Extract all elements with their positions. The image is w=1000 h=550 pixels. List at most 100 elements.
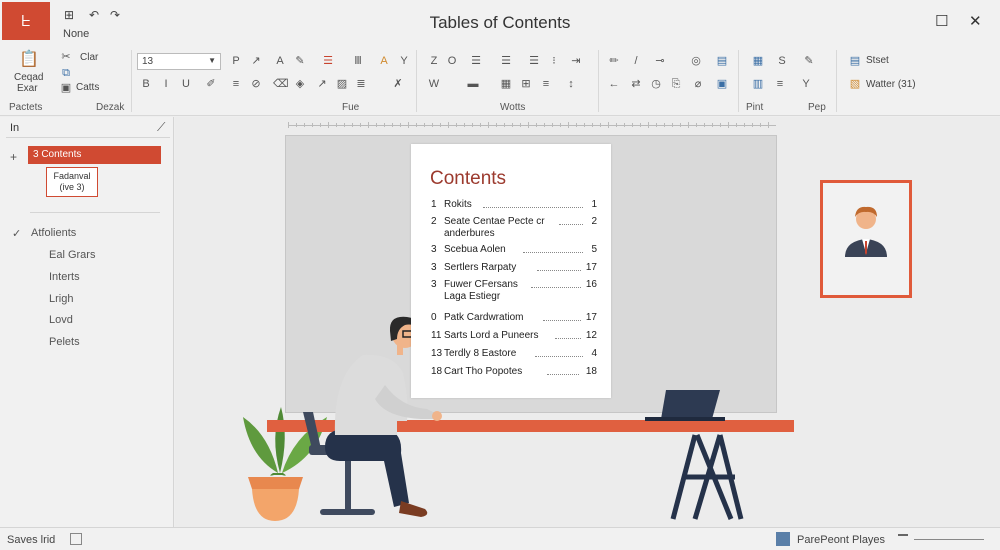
style-stset[interactable]: Stset — [866, 55, 889, 66]
pen-icon[interactable]: ✎ — [294, 55, 306, 67]
pencil-icon[interactable]: ✏ — [608, 55, 620, 67]
underline-icon[interactable]: U — [180, 78, 192, 90]
arrow-icon[interactable]: ↗ — [316, 78, 328, 90]
toc-entry[interactable]: 3 Sertlers Rarpaty 17 — [431, 262, 597, 274]
pane-divider — [30, 212, 160, 213]
toc-entry[interactable]: 11 Sarts Lord a Puneers 12 — [431, 330, 597, 342]
nav-list-item[interactable]: Eal Grars — [49, 249, 95, 261]
toc-entry-number: 3 — [431, 262, 437, 273]
italic-icon[interactable]: I — [160, 78, 172, 90]
bold-icon[interactable]: B — [140, 78, 152, 90]
toc-entry-number: 3 — [431, 244, 437, 255]
close-button[interactable]: ✕ — [969, 12, 982, 30]
font-grow-icon[interactable]: P — [230, 55, 242, 67]
player-icon[interactable] — [776, 532, 790, 546]
arrow-left-icon[interactable]: ← — [608, 78, 620, 90]
bullets-icon[interactable]: ⁝ — [548, 55, 560, 67]
indent-icon[interactable]: ⇥ — [570, 55, 582, 67]
funnel-icon[interactable]: Y — [800, 78, 812, 90]
columns-icon[interactable]: Ⅲ — [352, 55, 364, 67]
brush-icon[interactable]: ✐ — [205, 78, 217, 90]
align-icon[interactable]: ≣ — [355, 78, 367, 90]
table-icon[interactable]: ⊞ — [520, 78, 532, 90]
font-size-box[interactable]: 13 ▼ — [137, 53, 221, 70]
spacing-icon[interactable]: ≡ — [540, 78, 552, 90]
toc-entry[interactable]: 2 Seate Centae Pecte cr anderbures 2 — [431, 216, 597, 240]
clear-format-icon[interactable]: ✗ — [392, 78, 404, 90]
maximize-button[interactable]: ☐ — [935, 12, 948, 30]
highlight-icon[interactable]: ☰ — [322, 55, 334, 67]
line-spacing-icon[interactable]: ↕ — [565, 78, 577, 90]
shape-icon[interactable]: ◎ — [690, 55, 702, 67]
image-icon[interactable]: ▨ — [336, 78, 348, 90]
toc-entry[interactable]: 18 Cart Tho Popotes 18 — [431, 366, 597, 378]
align-right-icon[interactable]: ☰ — [528, 55, 540, 67]
cut-icon[interactable]: ✂ — [60, 51, 72, 63]
expand-icon[interactable]: + — [10, 150, 17, 164]
zoom-icon[interactable]: Z — [428, 55, 440, 67]
paste-icon[interactable]: 📋 — [19, 51, 39, 69]
select-icon[interactable]: S — [776, 55, 788, 67]
font-shrink-icon[interactable]: ↗ — [250, 55, 262, 67]
clear-label[interactable]: Clar — [80, 52, 98, 63]
shuffle-icon[interactable]: ⇄ — [630, 78, 642, 90]
draw-icon[interactable]: ✎ — [803, 55, 815, 67]
style-watter[interactable]: Watter (31) — [866, 79, 916, 90]
filter-icon[interactable]: Y — [398, 55, 410, 67]
nav-list-item[interactable]: Pelets — [49, 336, 80, 348]
toc-entry[interactable]: 13 Terdly 8 Eastore 4 — [431, 348, 597, 360]
word-icon[interactable]: W — [428, 78, 440, 90]
align-center-icon[interactable]: ☰ — [500, 55, 512, 67]
toc-entry-page: 5 — [591, 244, 597, 255]
toc-entry[interactable]: 3 Fuwer CFersans Laga Estiegr 16 — [431, 279, 597, 303]
link-icon[interactable]: ⊘ — [250, 78, 262, 90]
clock-icon[interactable]: ◷ — [650, 78, 662, 90]
font-a-icon[interactable]: A — [274, 55, 286, 67]
toc-leader — [555, 338, 581, 339]
circle-icon[interactable]: O — [446, 55, 458, 67]
list-icon[interactable]: ≡ — [230, 78, 242, 90]
toc-leader — [531, 287, 581, 288]
nav-item-contents[interactable]: 3 Contents — [28, 146, 161, 164]
player-label[interactable]: ParePeont Playes — [797, 534, 885, 546]
attach-icon[interactable]: ⌀ — [692, 78, 704, 90]
collapse-pane-icon[interactable]: ⟋ — [157, 120, 165, 135]
nav-section-title[interactable]: Atfolients — [31, 227, 76, 239]
line-icon[interactable]: / — [630, 55, 642, 67]
document-page[interactable]: Contents 1 Rokits 1 2 Seate Centae Pecte… — [411, 144, 611, 398]
tag-icon[interactable]: ◈ — [294, 78, 306, 90]
toc-entry[interactable]: 1 Rokits 1 — [431, 199, 597, 211]
toc-entry[interactable]: 3 Scebua Aolen 5 — [431, 244, 597, 256]
nav-list-item[interactable]: Interts — [49, 271, 80, 283]
ribbon-separator — [836, 50, 837, 112]
catts-label[interactable]: Catts — [76, 82, 99, 93]
nav-list-item[interactable]: Lovd — [49, 314, 73, 326]
styles-icon[interactable]: ▤ — [849, 55, 861, 67]
text-color-icon[interactable]: A — [378, 55, 390, 67]
justify-icon[interactable]: ▬ — [467, 78, 479, 90]
ribbon-separator — [598, 50, 599, 112]
page-icon[interactable]: ▣ — [716, 78, 728, 90]
format-painter-icon[interactable]: ▣ — [60, 82, 72, 94]
print-icon[interactable]: ▦ — [752, 55, 764, 67]
group-label-fue: Fue — [342, 102, 360, 113]
eraser-icon[interactable]: ⌫ — [273, 78, 289, 90]
align-left-icon[interactable]: ☰ — [470, 55, 482, 67]
toc-entry[interactable]: 0 Patk Cardwratiom 17 — [431, 312, 597, 324]
chart-icon[interactable]: ▥ — [752, 78, 764, 90]
group-label-wotts: Wotts — [500, 102, 526, 113]
toc-entry-page: 18 — [585, 366, 597, 377]
copy-icon[interactable]: ⧉ — [60, 67, 72, 79]
watermark-icon[interactable]: ▧ — [849, 78, 861, 90]
grid-icon[interactable]: ▦ — [500, 78, 512, 90]
nav-list-item[interactable]: Lrigh — [49, 293, 73, 305]
document-icon[interactable]: ▤ — [716, 55, 728, 67]
clip-icon[interactable]: ⎘ — [670, 78, 682, 90]
zoom-slider[interactable] — [914, 539, 984, 540]
menu-icon[interactable]: ≡ — [774, 78, 786, 90]
toc-entry-page: 17 — [585, 312, 597, 323]
page-status-icon[interactable] — [70, 533, 82, 545]
nav-subitem[interactable]: Fadanval (ive 3) — [46, 167, 98, 197]
connector-icon[interactable]: ⊸ — [654, 55, 666, 67]
zoom-out-icon[interactable] — [898, 534, 908, 536]
